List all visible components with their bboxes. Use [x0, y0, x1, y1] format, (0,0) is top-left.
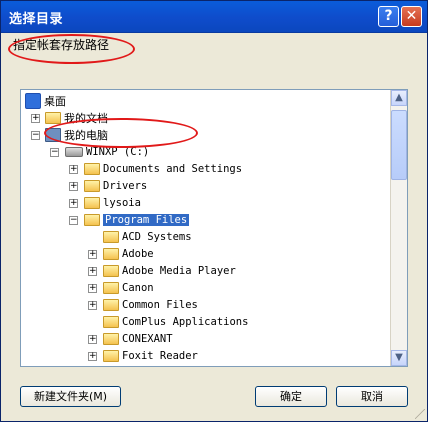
scroll-up-button[interactable]: ▲	[391, 90, 407, 106]
tree-item-label: Foxit Reader	[122, 349, 198, 362]
new-folder-button[interactable]: 新建文件夹(M)	[20, 386, 121, 407]
close-icon: ✕	[405, 8, 418, 24]
tree-item-label: Adobe Media Player	[122, 264, 236, 277]
tree-item-folder[interactable]: Adobe	[103, 245, 154, 262]
collapse-toggle[interactable]: −	[50, 148, 59, 157]
expand-toggle[interactable]: +	[31, 114, 40, 123]
my-documents-icon	[45, 111, 61, 124]
annotation-ellipse	[44, 118, 198, 148]
folder-icon	[103, 247, 119, 260]
tree-item-folder[interactable]: Drivers	[84, 177, 147, 194]
expand-toggle[interactable]: +	[88, 335, 97, 344]
resize-grip-icon[interactable]	[415, 409, 425, 419]
select-directory-dialog: 选择目录 ? ✕ 指定帐套存放路径 桌面 + 我的文档 − 我的电脑 − WIN…	[0, 0, 428, 422]
desktop-icon	[25, 92, 41, 109]
annotation-ellipse	[8, 34, 135, 64]
expand-toggle[interactable]: +	[88, 284, 97, 293]
tree-item-folder[interactable]: Documents and Settings	[84, 160, 242, 177]
tree-item-desktop[interactable]: 桌面	[25, 92, 66, 109]
ok-button[interactable]: 确定	[255, 386, 327, 407]
expand-toggle[interactable]: +	[69, 182, 78, 191]
tree-item-program-files[interactable]: Program Files	[84, 211, 190, 228]
tree-item-label: ComPlus Applications	[122, 315, 249, 328]
collapse-toggle[interactable]: −	[69, 216, 78, 225]
dialog-title: 选择目录	[9, 12, 64, 27]
tree-item-folder[interactable]: Common Files	[103, 296, 198, 313]
title-bar: 选择目录 ? ✕	[1, 1, 427, 33]
drive-icon	[65, 146, 83, 157]
folder-icon	[103, 230, 119, 243]
tree-item-folder[interactable]: CONEXANT	[103, 330, 173, 347]
folder-icon	[84, 162, 100, 175]
scroll-thumb[interactable]	[391, 110, 407, 180]
close-button[interactable]: ✕	[401, 6, 422, 27]
tree-item-folder[interactable]: ComPlus Applications	[103, 313, 248, 330]
tree-item-folder[interactable]: Adobe Media Player	[103, 262, 236, 279]
folder-icon	[103, 281, 119, 294]
expand-toggle[interactable]: +	[69, 165, 78, 174]
folder-icon	[103, 349, 119, 362]
tree-item-label: 桌面	[44, 94, 66, 108]
tree-item-folder[interactable]: ACD Systems	[103, 228, 192, 245]
folder-icon	[103, 264, 119, 277]
tree-item-folder[interactable]: Foxit Reader	[103, 347, 198, 364]
expand-toggle[interactable]: +	[69, 199, 78, 208]
help-icon: ?	[384, 8, 393, 24]
chevron-down-icon: ▼	[395, 352, 403, 363]
folder-icon	[103, 315, 119, 328]
chevron-up-icon: ▲	[395, 92, 403, 103]
folder-icon	[103, 332, 119, 345]
tree-item-folder[interactable]: Canon	[103, 279, 154, 296]
tree-item-label: Adobe	[122, 247, 154, 260]
collapse-toggle[interactable]: −	[31, 131, 40, 140]
vertical-scrollbar[interactable]: ▲ ▼	[390, 90, 407, 366]
cancel-button[interactable]: 取消	[336, 386, 408, 407]
expand-toggle[interactable]: +	[88, 250, 97, 259]
expand-toggle[interactable]: +	[88, 352, 97, 361]
tree-item-folder[interactable]: lysoia	[84, 194, 141, 211]
expand-toggle[interactable]: +	[88, 267, 97, 276]
tree-item-label: Canon	[122, 281, 154, 294]
folder-icon	[103, 298, 119, 311]
tree-item-label-selected: Program Files	[103, 213, 190, 226]
tree-item-label: CONEXANT	[122, 332, 173, 345]
tree-item-label: Documents and Settings	[103, 162, 243, 175]
tree-item-label: ACD Systems	[122, 230, 192, 243]
tree-item-label: Common Files	[122, 298, 198, 311]
tree-item-label: lysoia	[103, 196, 141, 209]
folder-icon	[84, 213, 100, 226]
scroll-down-button[interactable]: ▼	[391, 350, 407, 366]
folder-icon	[84, 196, 100, 209]
help-button[interactable]: ?	[378, 6, 399, 27]
expand-toggle[interactable]: +	[88, 301, 97, 310]
folder-icon	[84, 179, 100, 192]
tree-item-label: Drivers	[103, 179, 148, 192]
